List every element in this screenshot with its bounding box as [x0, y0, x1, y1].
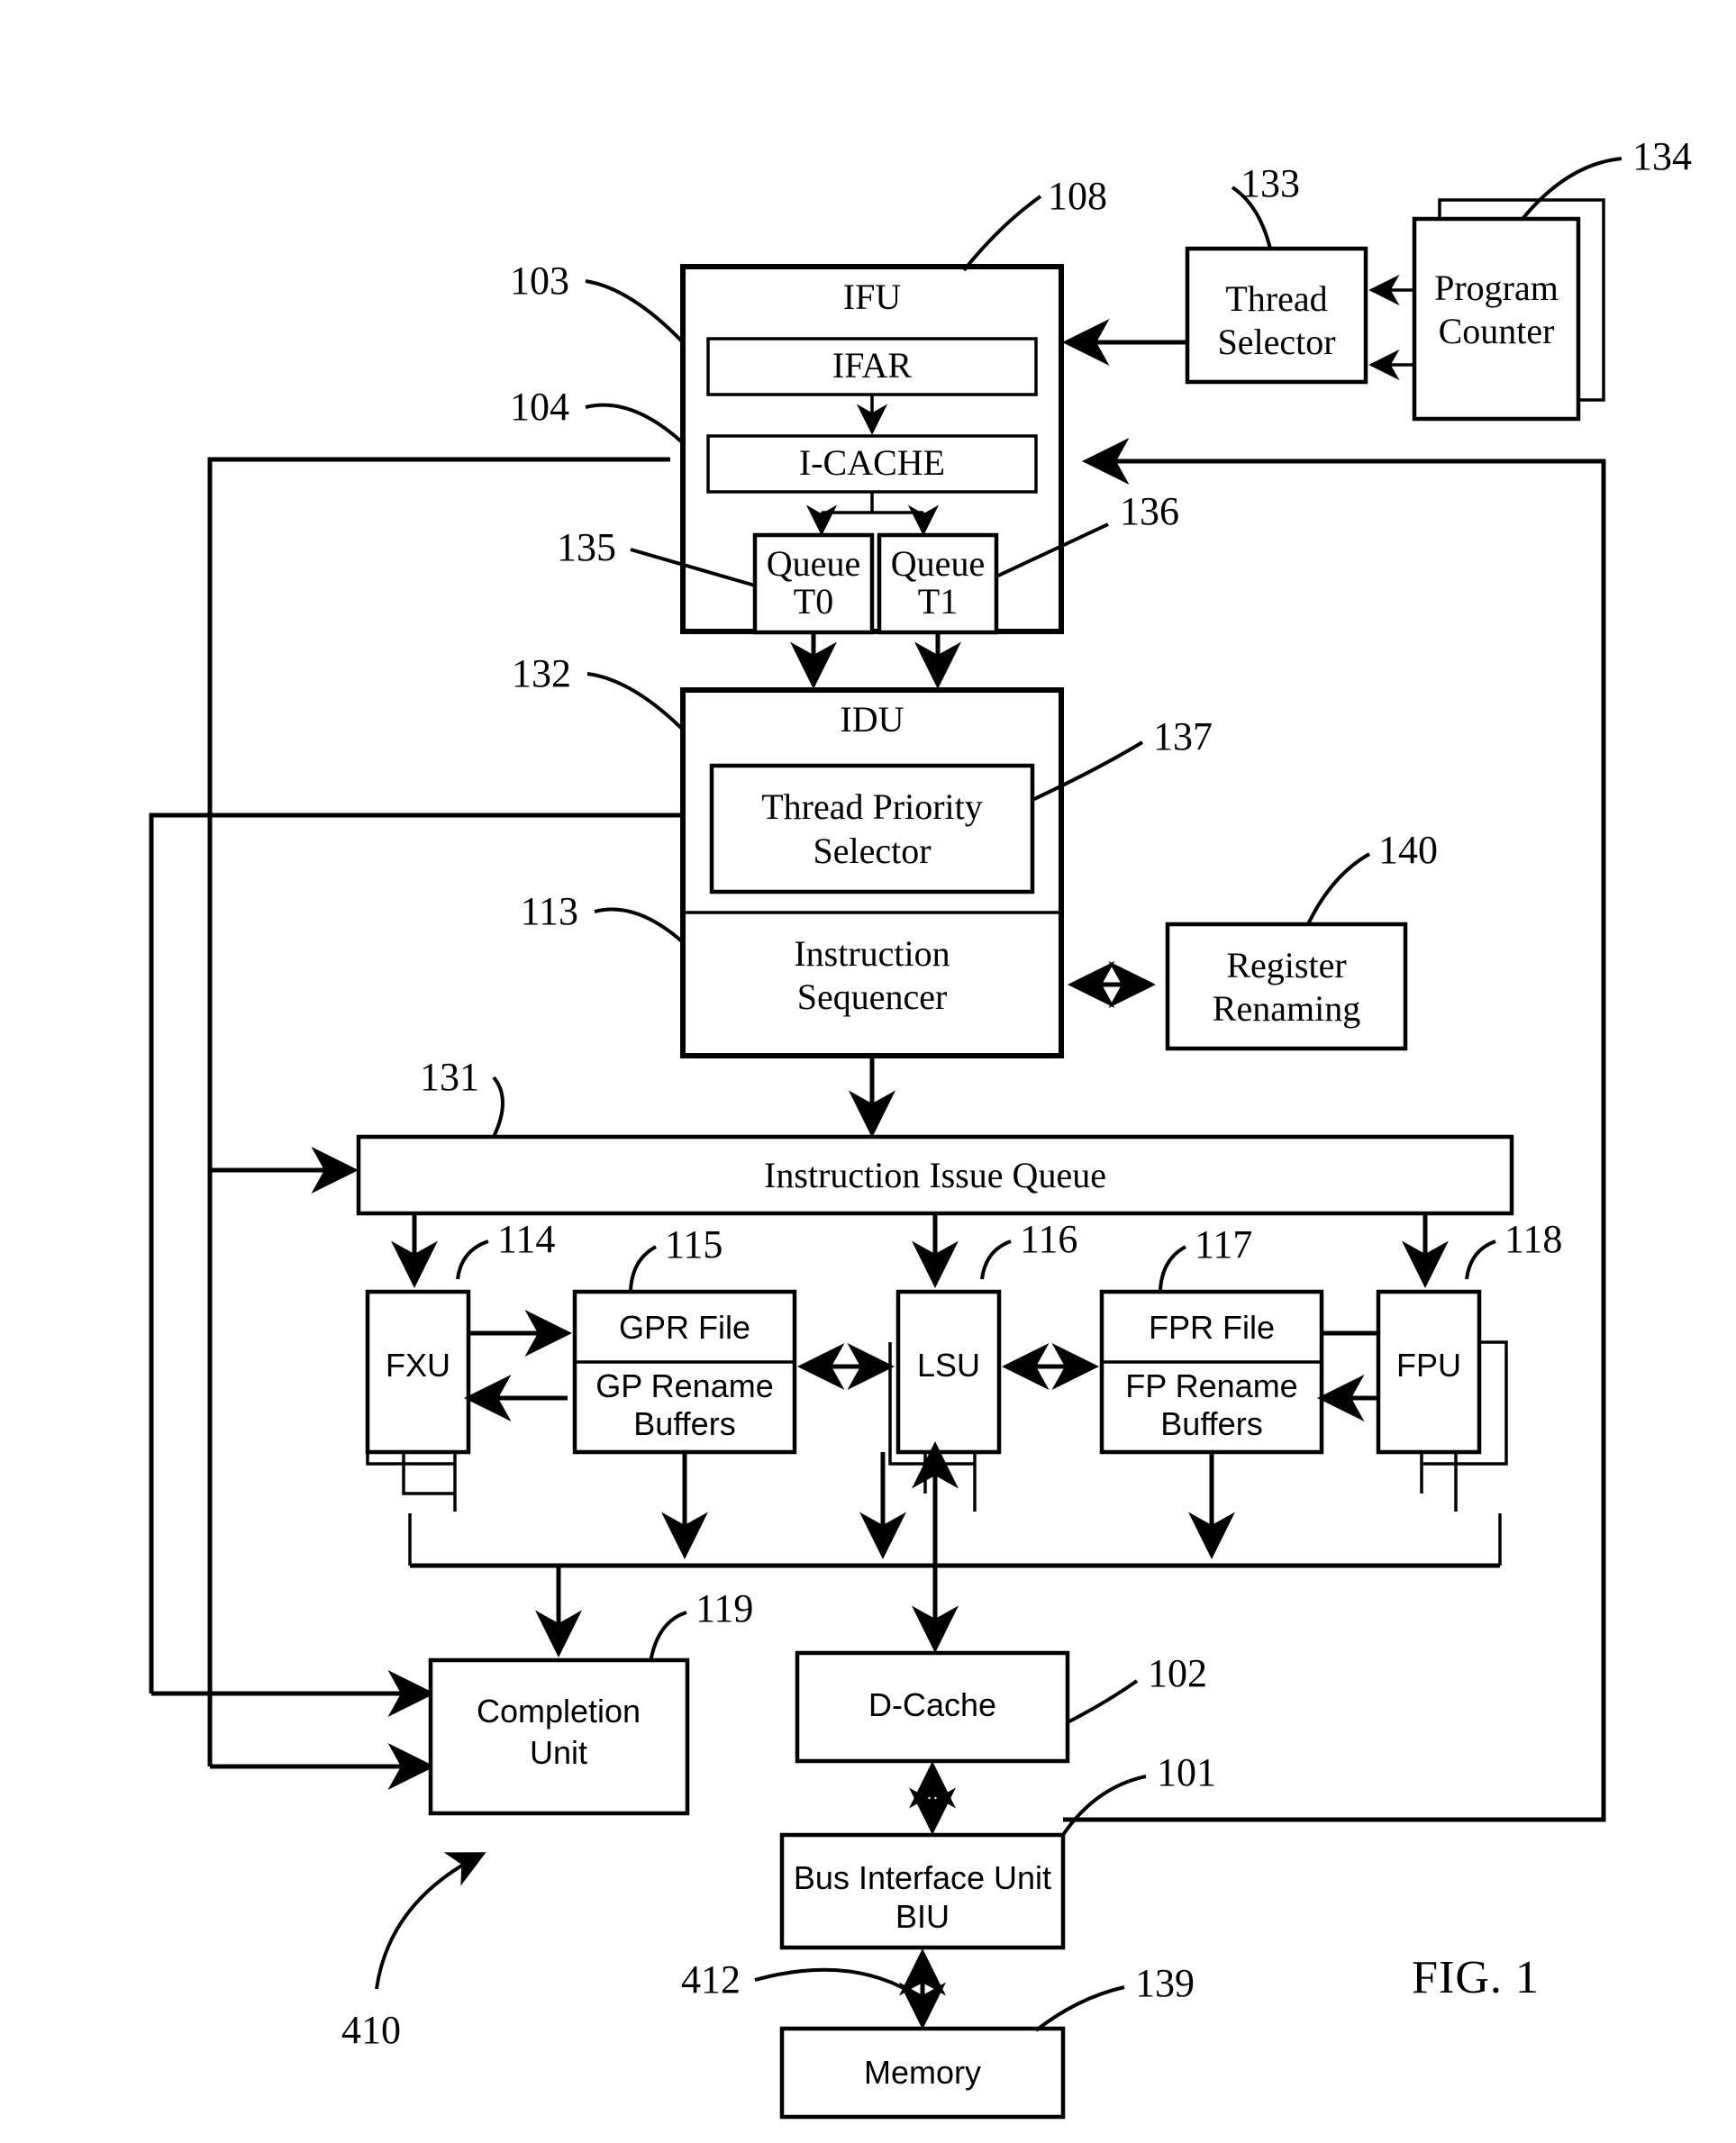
- fxu-lower-stub: [402, 1452, 455, 1495]
- instruction-sequencer-label-line1: Instruction: [794, 933, 950, 974]
- instruction-sequencer-label-line2: Sequencer: [797, 976, 948, 1017]
- issue-queue-label: Instruction Issue Queue: [764, 1155, 1106, 1195]
- leader-108: [962, 195, 1042, 272]
- thread-selector-label-line1: Thread: [1225, 278, 1327, 319]
- thread-priority-label-line1: Thread Priority: [761, 786, 983, 827]
- completion-unit-label-line2: Unit: [530, 1734, 587, 1771]
- program-counter-label-line2: Counter: [1439, 311, 1555, 351]
- ref-103: 103: [510, 259, 569, 303]
- ref-115: 115: [665, 1222, 723, 1267]
- register-renaming-block[interactable]: [1165, 922, 1408, 1051]
- icache-label: I-CACHE: [799, 442, 945, 483]
- program-counter-label-line1: Program: [1434, 268, 1559, 308]
- leader-410: [375, 1852, 486, 1990]
- queue-t0-label-line1: Queue: [767, 543, 860, 584]
- ref-133: 133: [1241, 161, 1300, 205]
- ref-135: 135: [557, 525, 616, 569]
- ref-104: 104: [510, 385, 569, 429]
- leader-139: [1034, 1985, 1125, 2032]
- lsu-label: LSU: [917, 1347, 980, 1384]
- ref-132: 132: [512, 651, 571, 695]
- ref-118: 118: [1504, 1217, 1562, 1261]
- ifar-label: IFAR: [832, 345, 912, 386]
- leader-118: [1465, 1239, 1496, 1280]
- leader-119: [649, 1611, 687, 1663]
- leader-131: [492, 1076, 504, 1138]
- ref-108: 108: [1048, 174, 1107, 218]
- ref-412: 412: [681, 1957, 741, 2002]
- leader-103: [585, 279, 685, 344]
- biu-label-line1: Bus Interface Unit: [794, 1859, 1051, 1896]
- gp-rename-label-line1: GP Rename: [595, 1367, 773, 1404]
- leader-115: [629, 1245, 658, 1291]
- ref-116: 116: [1020, 1217, 1077, 1261]
- dcache-label: D-Cache: [868, 1686, 996, 1723]
- leader-114: [456, 1239, 489, 1280]
- figure-caption: FIG. 1: [1412, 1952, 1540, 2003]
- leader-104: [585, 403, 683, 443]
- queue-t0-label-line2: T0: [794, 581, 833, 622]
- ref-114: 114: [497, 1217, 555, 1261]
- ref-134: 134: [1632, 134, 1692, 178]
- fpu-label: FPU: [1396, 1347, 1461, 1384]
- thread-priority-label-line2: Selector: [813, 831, 931, 871]
- register-renaming-label-line1: Register: [1226, 945, 1346, 985]
- leader-113: [594, 907, 685, 944]
- fxu-label: FXU: [386, 1347, 450, 1384]
- leader-102: [1067, 1679, 1139, 1724]
- patent-figure-sheet: IFU IFAR I-CACHE Queue T0 Queue T1 Threa…: [0, 0, 1736, 2143]
- leader-116: [980, 1239, 1012, 1280]
- memory-label: Memory: [864, 2054, 981, 2091]
- leader-132: [586, 672, 683, 730]
- ref-113: 113: [521, 889, 578, 933]
- register-renaming-label-line2: Renaming: [1213, 988, 1360, 1029]
- gpr-file-label: GPR File: [619, 1309, 750, 1346]
- leader-117: [1159, 1245, 1187, 1291]
- fp-rename-label-line1: FP Rename: [1125, 1367, 1297, 1404]
- thread-priority-selector-block[interactable]: [709, 763, 1035, 894]
- rail-completion-to-icache: [207, 457, 670, 1790]
- ref-131: 131: [420, 1055, 479, 1099]
- ref-140: 140: [1378, 828, 1438, 872]
- ref-139: 139: [1135, 1961, 1195, 2005]
- idu-label: IDU: [840, 699, 904, 740]
- leader-140: [1306, 852, 1370, 925]
- ifu-label: IFU: [843, 277, 902, 317]
- fp-rename-label-line2: Buffers: [1160, 1405, 1262, 1442]
- leader-412: [754, 1967, 913, 1994]
- ref-102: 102: [1148, 1651, 1207, 1695]
- ref-136: 136: [1120, 489, 1179, 533]
- biu-label-line2: BIU: [895, 1898, 950, 1935]
- completion-unit-label-line1: Completion: [477, 1693, 641, 1730]
- ref-101: 101: [1157, 1750, 1216, 1794]
- ref-410: 410: [341, 2008, 401, 2052]
- processor-block-diagram: IFU IFAR I-CACHE Queue T0 Queue T1 Threa…: [149, 134, 1692, 2120]
- rail-completion-to-idu: [149, 813, 685, 1717]
- ref-119: 119: [695, 1586, 753, 1630]
- leader-101: [1061, 1775, 1147, 1837]
- ref-117: 117: [1195, 1222, 1252, 1267]
- fpr-file-label: FPR File: [1149, 1309, 1275, 1346]
- queue-t1-label-line1: Queue: [891, 543, 985, 584]
- thread-selector-label-line2: Selector: [1217, 322, 1335, 362]
- gp-rename-label-line2: Buffers: [633, 1405, 735, 1442]
- queue-t1-label-line2: T1: [918, 581, 958, 622]
- ref-137: 137: [1153, 714, 1213, 758]
